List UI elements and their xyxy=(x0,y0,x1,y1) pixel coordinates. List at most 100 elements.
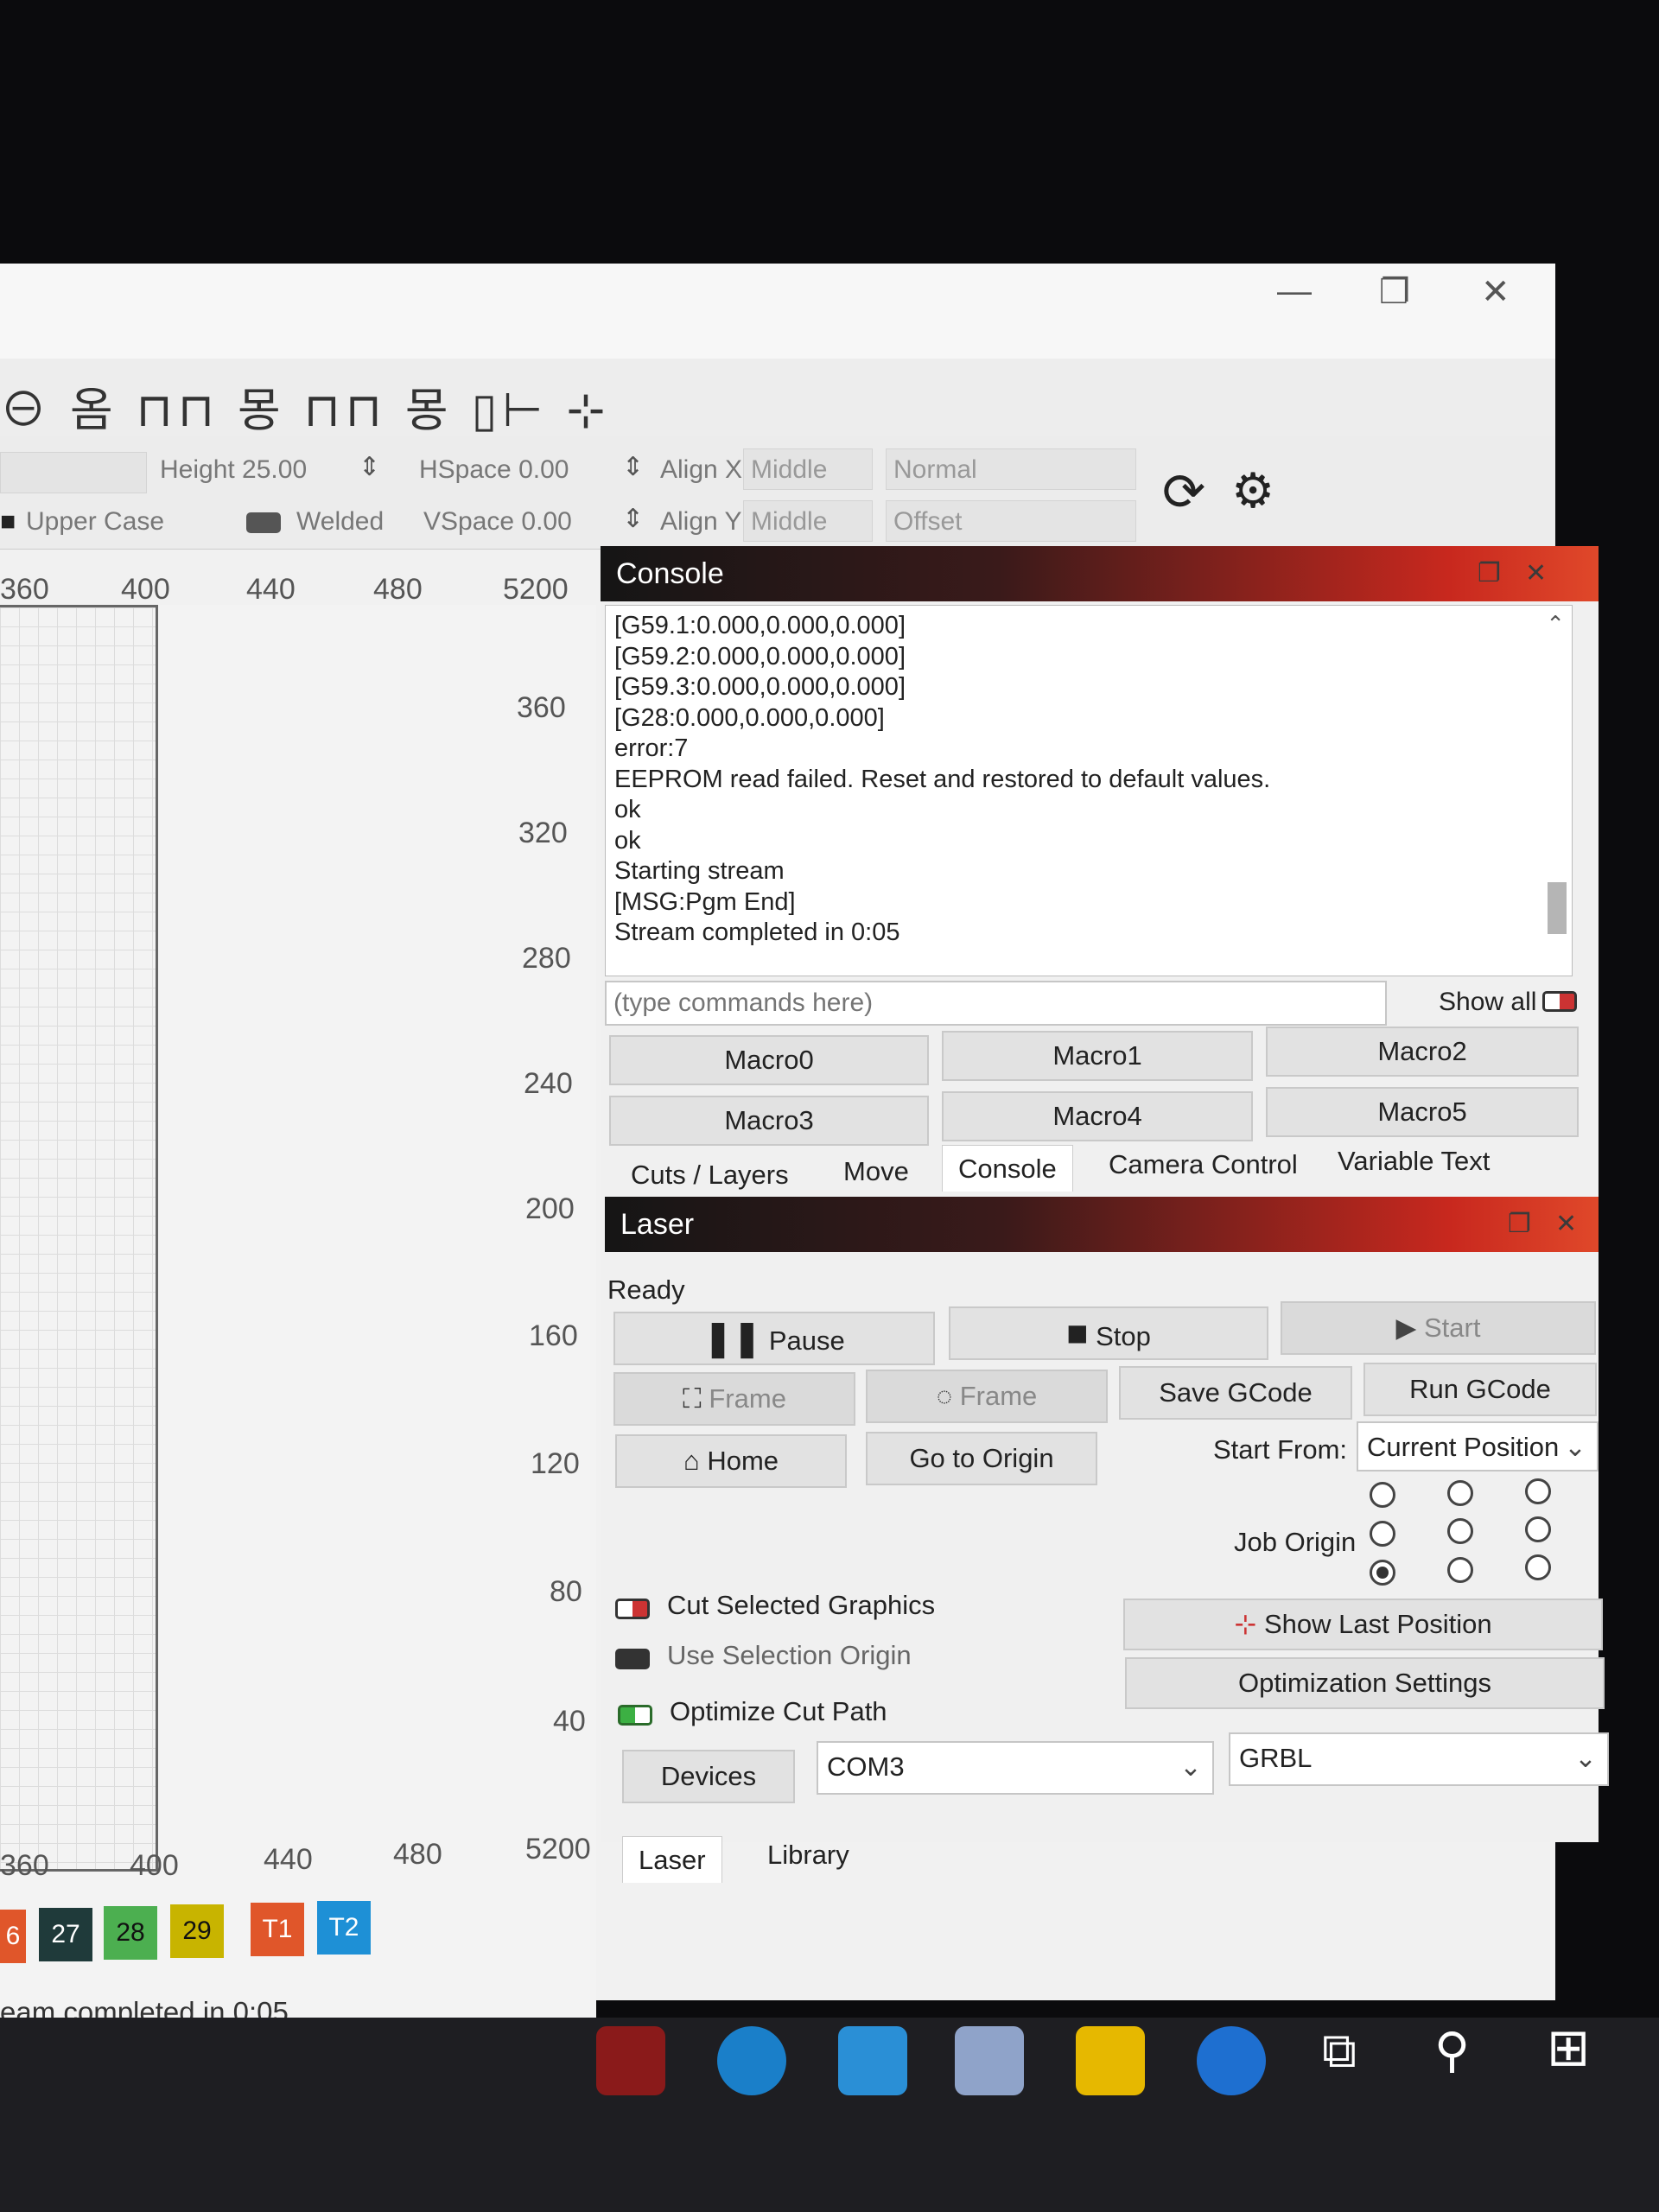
save-gcode-button[interactable]: Save GCode xyxy=(1119,1366,1352,1420)
cut-selected-toggle[interactable] xyxy=(615,1599,650,1619)
vspace-field[interactable]: VSpace 0.00 xyxy=(423,507,572,537)
tab-library[interactable]: Library xyxy=(752,1832,865,1878)
height-field[interactable]: Height 25.00 xyxy=(160,455,307,485)
console-line: Starting stream xyxy=(614,857,785,885)
laser-float-icon[interactable]: ❐ xyxy=(1508,1197,1531,1252)
frame-circle-button[interactable]: ◌ Frame xyxy=(866,1370,1108,1423)
mode-select[interactable]: Normal xyxy=(886,448,1136,490)
frame-circle-icon: ◌ xyxy=(936,1381,953,1411)
console-close-icon[interactable]: ✕ xyxy=(1525,546,1547,601)
optimization-settings-button[interactable]: Optimization Settings xyxy=(1125,1657,1605,1709)
alignment-tools-icons[interactable]: ⊖ 옴 ⊓⊓ 몽 ⊓⊓ 몽 ▯⊢ ⊹ xyxy=(0,372,611,440)
file-explorer-icon[interactable] xyxy=(1076,2026,1145,2095)
ruler-side-label: 280 xyxy=(522,942,571,975)
upper-case-toggle-icon[interactable]: ■ xyxy=(0,507,16,537)
close-button[interactable]: ✕ xyxy=(1481,272,1510,312)
macro5-button[interactable]: Macro5 xyxy=(1266,1087,1579,1137)
job-origin-radio-top-left[interactable] xyxy=(1370,1482,1395,1508)
macro2-button[interactable]: Macro2 xyxy=(1266,1027,1579,1077)
ruler-top-label: 5200 xyxy=(503,573,569,606)
job-origin-radio-top-center[interactable] xyxy=(1447,1480,1473,1506)
job-origin-radio-middle-right[interactable] xyxy=(1525,1516,1551,1542)
device-value: GRBL xyxy=(1239,1743,1313,1773)
show-all-toggle[interactable] xyxy=(1542,991,1577,1012)
home-button[interactable]: ⌂ Home xyxy=(615,1434,847,1488)
use-selection-origin-toggle[interactable] xyxy=(615,1649,650,1669)
frame-rect-button[interactable]: ⛶ Frame xyxy=(613,1372,855,1426)
align-x-select[interactable]: Middle xyxy=(743,448,873,490)
port-select[interactable]: COM3 ⌄ xyxy=(817,1741,1214,1795)
vspace-stepper-icon[interactable]: ⇕ xyxy=(622,504,644,534)
tab-move[interactable]: Move xyxy=(828,1148,925,1195)
show-last-position-button[interactable]: ⊹ Show Last Position xyxy=(1123,1599,1603,1650)
console-line: EEPROM read failed. Reset and restored t… xyxy=(614,765,1271,793)
internet-explorer-icon[interactable] xyxy=(1197,2026,1266,2095)
restore-button[interactable]: ❐ xyxy=(1379,272,1410,312)
palette-swatch[interactable]: 27 xyxy=(39,1908,92,1961)
console-float-icon[interactable]: ❐ xyxy=(1478,546,1501,601)
job-origin-radio-center[interactable] xyxy=(1447,1518,1473,1544)
palette-swatch[interactable]: T1 xyxy=(251,1903,304,1956)
app-window: — ❐ ✕ ⊖ 옴 ⊓⊓ 몽 ⊓⊓ 몽 ▯⊢ ⊹ Height 25.00 ⇕ … xyxy=(0,264,1609,2143)
job-origin-radio-bottom-center[interactable] xyxy=(1447,1557,1473,1583)
tab-laser[interactable]: Laser xyxy=(622,1836,722,1883)
job-origin-radio-top-right[interactable] xyxy=(1525,1478,1551,1504)
console-line: [MSG:Pgm End] xyxy=(614,887,796,916)
task-view-icon[interactable]: ⧉ xyxy=(1322,2022,1357,2080)
console-output[interactable]: [G59.1:0.000,0.000,0.000] [G59.2:0.000,0… xyxy=(605,605,1573,976)
store-icon[interactable] xyxy=(955,2026,1024,2095)
windows-taskbar xyxy=(0,2018,1659,2212)
run-gcode-button[interactable]: Run GCode xyxy=(1363,1363,1597,1416)
mail-icon[interactable] xyxy=(838,2026,907,2095)
go-to-origin-button[interactable]: Go to Origin xyxy=(866,1432,1097,1485)
console-line: [G59.3:0.000,0.000,0.000] xyxy=(614,673,906,701)
start-icon: ▶ xyxy=(1395,1313,1417,1343)
minimize-button[interactable]: — xyxy=(1277,272,1312,311)
optimize-cut-path-toggle[interactable] xyxy=(618,1705,652,1726)
start-from-select[interactable]: Current Position ⌄ xyxy=(1357,1421,1599,1471)
windows-start-icon[interactable]: ⊞ xyxy=(1547,2018,1590,2078)
stop-button[interactable]: ■ Stop xyxy=(949,1306,1268,1360)
laser-close-icon[interactable]: ✕ xyxy=(1555,1197,1577,1252)
macro0-button[interactable]: Macro0 xyxy=(609,1035,929,1085)
device-select[interactable]: GRBL ⌄ xyxy=(1229,1732,1609,1786)
tab-cuts-layers[interactable]: Cuts / Layers xyxy=(615,1152,804,1198)
console-command-input[interactable] xyxy=(605,981,1387,1026)
ruler-top-label: 360 xyxy=(0,573,49,606)
console-scrollbar-thumb[interactable] xyxy=(1548,882,1567,934)
devices-button[interactable]: Devices xyxy=(622,1750,795,1803)
tab-camera-control[interactable]: Camera Control xyxy=(1093,1141,1313,1188)
align-y-select[interactable]: Middle xyxy=(743,500,873,542)
ruler-side-label: 360 xyxy=(517,691,566,724)
rotary-icon[interactable]: ⟳ xyxy=(1162,462,1205,523)
job-origin-radio-bottom-right[interactable] xyxy=(1525,1554,1551,1580)
ruler-side-label: 200 xyxy=(525,1192,575,1225)
job-origin-radio-bottom-left[interactable] xyxy=(1370,1560,1395,1586)
edge-icon[interactable] xyxy=(717,2026,786,2095)
pause-button[interactable]: ❚❚ Pause xyxy=(613,1312,935,1365)
laser-machine-icon[interactable]: ⚙ xyxy=(1231,462,1274,519)
scroll-up-icon[interactable]: ⌃ xyxy=(1546,609,1565,640)
palette-swatch[interactable]: T2 xyxy=(317,1901,371,1955)
tab-variable-text[interactable]: Variable Text xyxy=(1322,1138,1505,1185)
macro3-button[interactable]: Macro3 xyxy=(609,1096,929,1146)
hspace-field[interactable]: HSpace 0.00 xyxy=(419,455,569,485)
hspace-stepper-icon[interactable]: ⇕ xyxy=(622,452,644,482)
search-icon[interactable]: ⚲ xyxy=(1434,2022,1470,2079)
macro4-button[interactable]: Macro4 xyxy=(942,1091,1253,1141)
start-button[interactable]: ▶ Start xyxy=(1281,1301,1596,1355)
palette-swatch[interactable]: 28 xyxy=(104,1906,157,1960)
stop-icon: ■ xyxy=(1066,1313,1089,1353)
font-size-field[interactable] xyxy=(0,452,147,493)
palette-swatch[interactable]: 29 xyxy=(170,1904,224,1958)
palette-swatch[interactable]: 6 xyxy=(0,1910,26,1963)
offset-field[interactable]: Offset xyxy=(886,500,1136,542)
macro1-button[interactable]: Macro1 xyxy=(942,1031,1253,1081)
welded-toggle[interactable] xyxy=(246,512,281,533)
tab-console[interactable]: Console xyxy=(942,1145,1073,1192)
chevron-down-icon: ⌄ xyxy=(1179,1751,1202,1782)
height-stepper-icon[interactable]: ⇕ xyxy=(359,452,380,482)
lightburn-icon[interactable] xyxy=(596,2026,665,2095)
job-origin-radio-middle-left[interactable] xyxy=(1370,1521,1395,1547)
home-icon: ⌂ xyxy=(683,1446,700,1476)
